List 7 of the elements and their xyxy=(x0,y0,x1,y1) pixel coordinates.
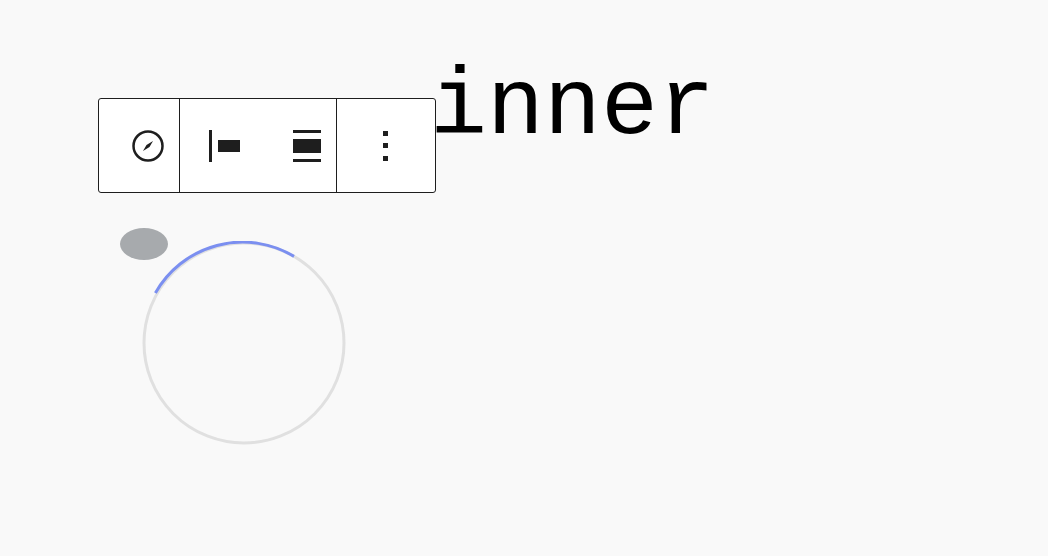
align-left-icon xyxy=(208,129,242,162)
more-icon xyxy=(383,130,389,161)
spinner-icon xyxy=(142,241,346,445)
compass-icon xyxy=(131,128,165,163)
align-center-icon xyxy=(292,129,322,162)
heading: inner xyxy=(430,58,716,158)
drag-handle-icon xyxy=(120,228,168,260)
